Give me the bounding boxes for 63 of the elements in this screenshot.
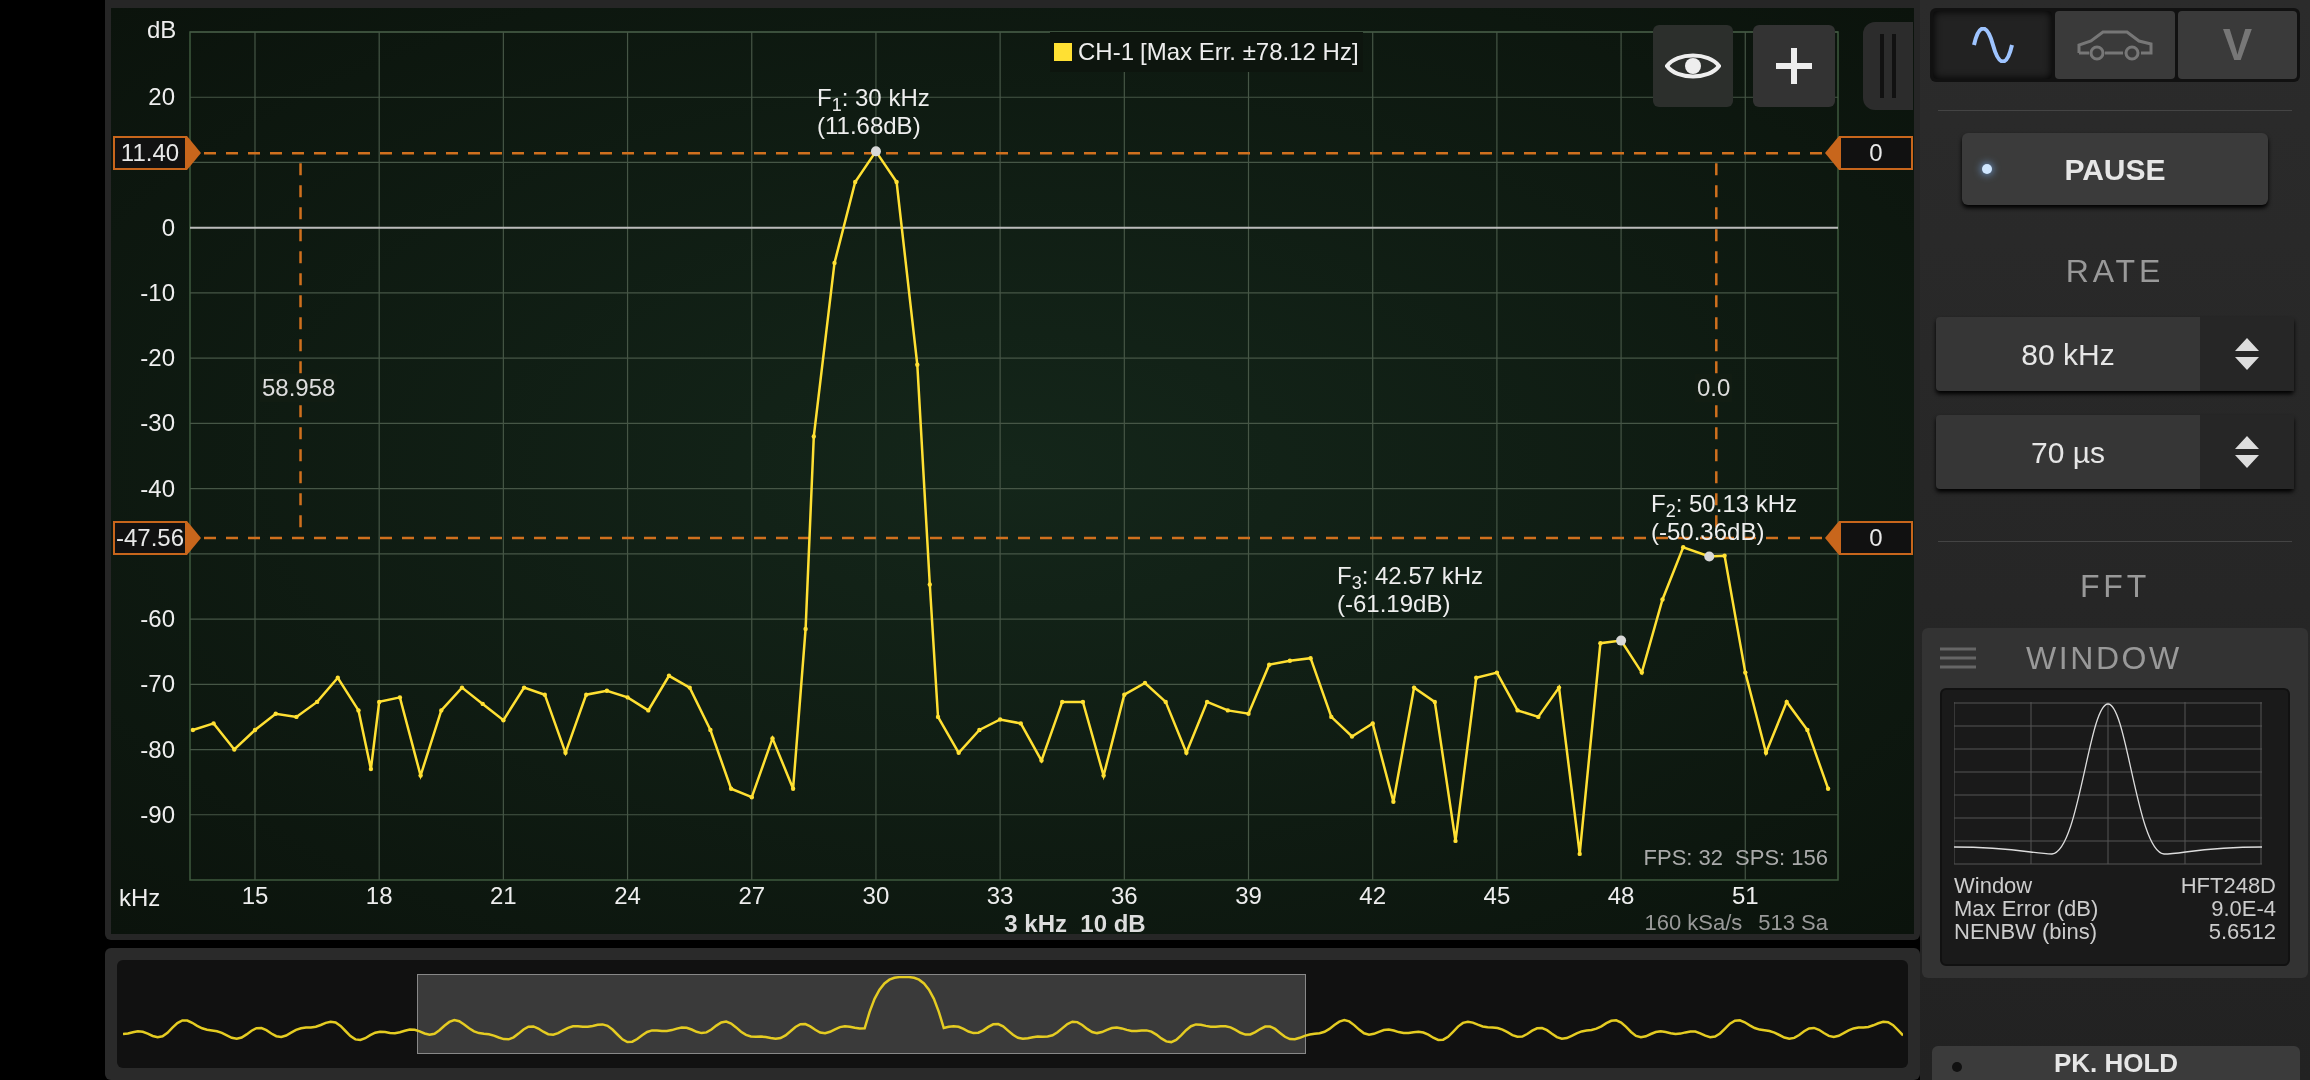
visibility-button[interactable] [1653,25,1733,107]
y-tick-label: -20 [139,344,175,373]
value-spinner[interactable]: 70 µs [1936,415,2294,489]
value-spinner[interactable]: 80 kHz [1936,317,2294,391]
side-handle[interactable] [1863,22,1913,110]
x-tick-label: 36 [1109,882,1139,910]
y-tick-label: -40 [139,474,175,503]
axis-unit: dB [147,15,177,45]
x-tick-label: 24 [613,882,642,910]
x-tick-label: 27 [737,882,767,910]
sampling-text: 513 Sa [1758,909,1828,937]
up-down-arrows-icon [2234,336,2260,372]
mode-tab[interactable] [1933,11,2053,79]
x-tick-label: 18 [364,882,394,910]
x-tick-label: 39 [1234,882,1263,910]
section-title: RATE [2065,252,2165,291]
y-tick-label: -90 [139,800,175,829]
legend-label: CH-1 [1078,37,1134,67]
y-tick-label: -70 [139,670,175,699]
sine-wave-icon [1970,27,2015,63]
axis-unit: kHz [119,883,161,913]
peak-frequency: F$_{3}$: 42.57 kHz [1337,562,1484,590]
scale-text: 3 kHz 10 dB [1003,909,1147,939]
peak-marker [1616,635,1627,646]
zoom-window[interactable] [417,974,1306,1054]
x-tick-label: 48 [1606,882,1636,910]
peak-marker [1704,551,1715,562]
property-label: NENBW (bins) [1954,920,2097,943]
plus-icon [1774,46,1814,86]
property-label: Window [1954,874,2033,897]
x-tick-label: 45 [1482,882,1512,910]
x-tick-label: 33 [985,882,1015,910]
peak-frequency: F$_{1}$: 30 kHz [817,84,930,112]
x-tick-label: 30 [861,882,891,910]
card-title: WINDOW [2026,639,2182,678]
property-label: Max Error (dB) [1954,897,2099,920]
peak-level: (11.68dB) [817,112,922,140]
peak-marker [870,146,881,157]
legend-note: [Max Err. ±78.12 Hz] [1140,37,1359,67]
x-tick-label: 51 [1730,882,1760,910]
add-button[interactable] [1753,25,1835,107]
y-tick-label: -80 [139,735,175,764]
stat-text: FPS: 32 [1643,844,1724,872]
property-value: 9.0E-4 [2211,897,2276,920]
y-tick-label: -60 [139,605,175,634]
x-tick-label: 42 [1358,882,1388,910]
peak-hold-button[interactable]: PK. HOLD [1932,1046,2300,1080]
property-value: 5.6512 [2208,920,2276,943]
y-tick-label: -10 [139,278,175,307]
x-tick-label: 21 [489,882,518,910]
section-title: FFT [2079,567,2151,606]
up-down-arrows-icon [2234,434,2260,470]
y-tick-label: 0 [160,213,175,242]
y-tick-label: -30 [139,409,175,438]
stat-text: SPS: 156 [1735,844,1828,872]
y-tick-label: 20 [147,83,175,112]
peak-level: (-50.36dB) [1651,518,1766,546]
pause-button[interactable]: PAUSE [1962,133,2268,205]
property-value: HFT248D [2180,874,2276,897]
peak-frequency: F$_{2}$: 50.13 kHz [1651,490,1798,518]
peak-level: (-61.19dB) [1337,590,1452,618]
sampling-text: 160 kSa/s [1644,909,1743,937]
x-tick-label: 15 [240,882,270,910]
